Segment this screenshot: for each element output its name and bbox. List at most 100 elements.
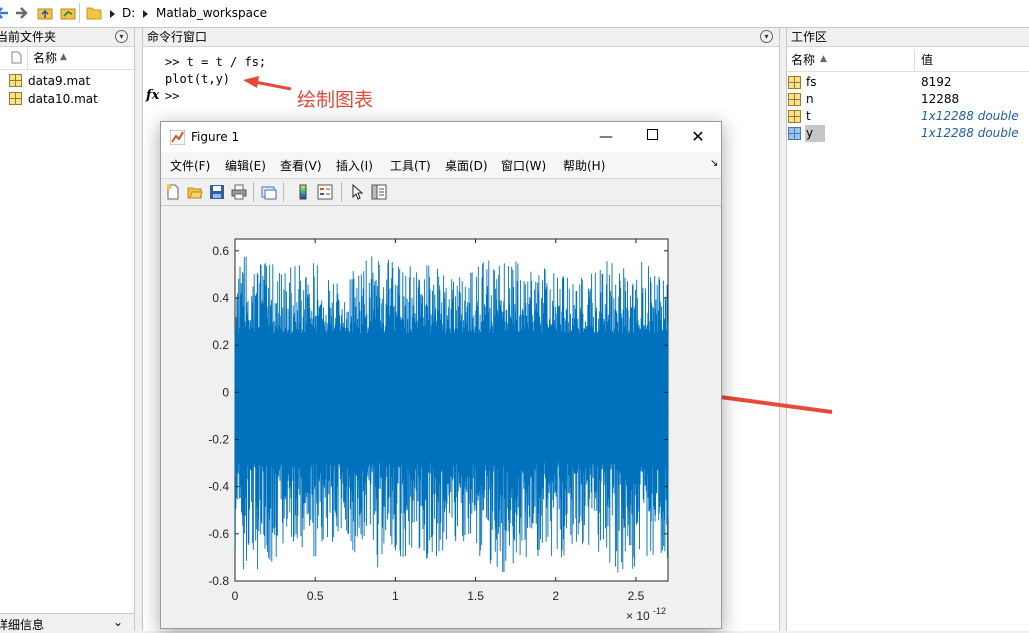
variable-value: 1x12288 double — [921, 126, 1019, 140]
x-exponent-value: -12 — [653, 606, 666, 616]
variable-name: n — [806, 92, 814, 106]
workspace-row[interactable]: fs 8192 — [787, 74, 1029, 91]
workspace-row[interactable]: n 12288 — [787, 91, 1029, 108]
new-figure-icon[interactable] — [165, 184, 181, 200]
folder-icon — [86, 7, 102, 20]
link-icon[interactable] — [261, 184, 277, 200]
crumb-folder[interactable]: Matlab_workspace — [156, 6, 267, 20]
workspace-title: 工作区 — [791, 30, 828, 44]
variable-value: 8192 — [921, 75, 952, 89]
mat-file-icon — [9, 74, 22, 87]
panel-menu-icon[interactable]: ▾ — [115, 30, 128, 43]
variable-name: fs — [806, 75, 817, 89]
command-window-title: 命令行窗口 — [147, 30, 208, 44]
x-exponent-base: × 10 — [626, 609, 650, 623]
property-editor-icon[interactable] — [371, 184, 387, 200]
command-line: >> t = t / fs; — [165, 55, 267, 69]
command-line: plot(t,y) — [165, 72, 231, 86]
x-tick-label: 1 — [392, 589, 399, 603]
figure-window[interactable]: Figure 1 — ✕ 文件(F) 编辑(E) 查看(V) 插入(I) 工具(… — [160, 121, 722, 629]
column-value-label: 值 — [921, 53, 934, 67]
x-tick-label: 2.5 — [628, 589, 645, 603]
back-icon[interactable] — [0, 5, 10, 21]
workspace-panel: 工作区 名称 ▲ 值 fs 8192 n 12288 t 1x12288 double… — [786, 28, 1029, 631]
x-tick-label: 0 — [232, 589, 239, 603]
address-bar: D: Matlab_workspace — [0, 0, 1029, 28]
menu-help[interactable]: 帮助(H) — [563, 157, 605, 174]
workspace-row[interactable]: t 1x12288 double — [787, 108, 1029, 125]
dock-arrow-icon[interactable]: ↘ — [710, 158, 718, 169]
figure-title: Figure 1 — [191, 130, 240, 144]
legend-icon[interactable] — [317, 184, 333, 200]
close-icon[interactable]: ✕ — [689, 128, 707, 146]
file-column-header[interactable]: 名称 ▲ — [0, 47, 134, 70]
crumb-separator-icon — [143, 10, 148, 18]
figure-title-bar[interactable]: Figure 1 — ✕ — [161, 122, 721, 152]
matrix-icon-selected — [788, 127, 801, 140]
menu-file[interactable]: 文件(F) — [170, 157, 210, 174]
file-item[interactable]: data9.mat — [9, 72, 90, 90]
workspace-header: 工作区 — [787, 28, 1029, 47]
file-item[interactable]: data10.mat — [9, 90, 98, 108]
command-window-header: 命令行窗口 ▾ — [143, 28, 779, 47]
y-tick-label: -0.6 — [208, 527, 229, 541]
y-tick-label: 0 — [222, 385, 229, 399]
menu-insert[interactable]: 插入(I) — [336, 157, 373, 174]
y-tick-label: 0.6 — [212, 244, 229, 258]
figure-menu-bar: 文件(F) 编辑(E) 查看(V) 插入(I) 工具(T) 桌面(D) 窗口(W… — [161, 152, 721, 178]
crumb-separator-icon — [110, 10, 115, 18]
minimize-icon[interactable]: — — [597, 128, 615, 146]
file-name: data9.mat — [28, 74, 91, 88]
forward-icon[interactable] — [14, 5, 30, 21]
workspace-column-header[interactable]: 名称 ▲ 值 — [787, 49, 1029, 72]
menu-desktop[interactable]: 桌面(D) — [445, 157, 488, 174]
x-tick-label: 2 — [552, 589, 559, 603]
current-folder-header: 当前文件夹 ▾ — [0, 28, 134, 47]
matrix-icon — [788, 93, 801, 106]
signal-dense-band — [235, 333, 668, 464]
matrix-icon — [788, 110, 801, 123]
variable-name: y — [805, 125, 826, 142]
panel-menu-icon[interactable]: ▾ — [760, 30, 773, 43]
up-folder-icon[interactable] — [37, 5, 53, 21]
print-icon[interactable] — [231, 184, 247, 200]
open-icon[interactable] — [187, 184, 203, 200]
y-tick-label: 0.4 — [212, 291, 229, 305]
line-chart[interactable]: 0 0.5 1 1.5 2 2.5 0.6 0.4 0.2 0 -0.2 -0.4 -0.6 -0.8 ×… — [161, 206, 721, 626]
variable-value: 12288 — [921, 92, 960, 106]
y-tick-label: -0.4 — [208, 480, 229, 494]
annotation-arrow-icon — [243, 76, 292, 91]
save-icon[interactable] — [209, 184, 225, 200]
colorbar-icon[interactable] — [295, 184, 311, 200]
annotation-label: 绘制图表 — [297, 89, 374, 111]
details-bar[interactable]: 详细信息 ⌄ — [0, 613, 134, 632]
x-tick-label: 1.5 — [467, 589, 484, 603]
menu-window[interactable]: 窗口(W) — [501, 157, 546, 174]
menu-edit[interactable]: 编辑(E) — [225, 157, 266, 174]
column-name-label: 名称 — [791, 53, 816, 67]
details-label: 详细信息 — [0, 618, 45, 632]
variable-name: t — [806, 109, 811, 123]
x-tick-label: 0.5 — [307, 589, 324, 603]
command-prompt[interactable]: >> — [165, 88, 179, 105]
figure-toolbar — [161, 178, 721, 206]
file-name: data10.mat — [28, 92, 98, 106]
matlab-logo-icon — [170, 130, 185, 145]
variable-value: 1x12288 double — [921, 109, 1019, 123]
chevron-down-icon[interactable]: ⌄ — [113, 615, 123, 629]
menu-view[interactable]: 查看(V) — [280, 157, 322, 174]
y-tick-label: 0.2 — [212, 338, 229, 352]
browse-folder-icon[interactable] — [60, 5, 76, 21]
workspace-row[interactable]: y 1x12288 double — [787, 125, 1029, 142]
file-type-icon — [11, 51, 22, 64]
current-folder-panel: 当前文件夹 ▾ 名称 ▲ data9.mat data10.mat 详细信息 ⌄ — [0, 28, 135, 632]
pointer-icon[interactable] — [349, 184, 365, 200]
function-browser-icon[interactable]: fx — [146, 88, 159, 103]
mat-file-icon — [9, 92, 22, 105]
menu-tools[interactable]: 工具(T) — [390, 157, 431, 174]
current-folder-title: 当前文件夹 — [0, 30, 57, 44]
matrix-icon — [788, 76, 801, 89]
sort-ascending-icon: ▲ — [820, 54, 827, 64]
crumb-drive[interactable]: D: — [122, 6, 135, 20]
maximize-icon[interactable] — [643, 127, 661, 145]
